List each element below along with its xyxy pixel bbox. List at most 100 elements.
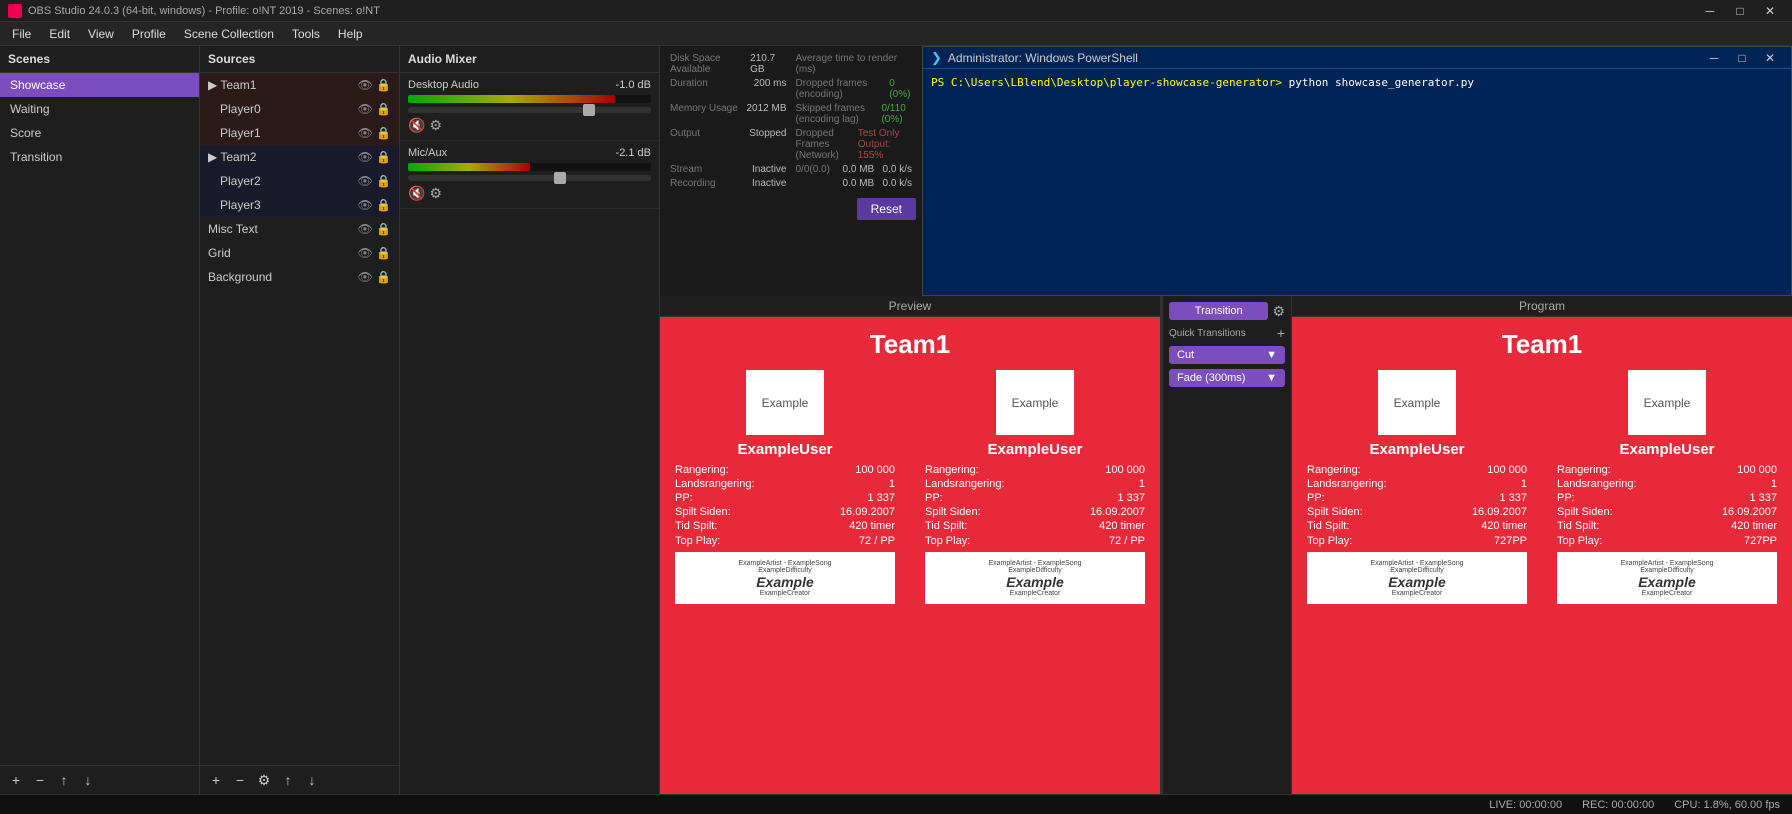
stats-duration-value: 200 ms	[754, 78, 787, 100]
source-player1-label: Player1	[220, 126, 261, 140]
menu-view[interactable]: View	[80, 25, 122, 43]
source-grid[interactable]: Grid 👁 🔒	[200, 241, 399, 265]
quick-transitions-add-button[interactable]: +	[1277, 325, 1285, 341]
app-container: OBS Studio 24.0.3 (64-bit, windows) - Pr…	[0, 0, 1792, 814]
scenes-panel: Scenes Showcase Waiting Score Transition…	[0, 46, 200, 794]
mute-mic-button[interactable]: 🔇	[408, 185, 425, 202]
program-p2-stat-3: PP:1 337	[1557, 491, 1777, 505]
fade-button[interactable]: Fade (300ms) ▼	[1169, 369, 1285, 387]
stats-row-skipped: Skipped frames (encoding lag) 0/110 (0%)	[792, 102, 917, 126]
stats-dropped-value: 0 (0%)	[889, 78, 912, 100]
scenes-header: Scenes	[0, 46, 199, 73]
source-player0[interactable]: Player0 👁 🔒	[200, 97, 399, 121]
preview-p2-avatar-text: Example	[1012, 396, 1059, 410]
program-p2-avatar: Example	[1628, 370, 1706, 435]
window-title: OBS Studio 24.0.3 (64-bit, windows) - Pr…	[28, 5, 380, 17]
stats-row-dropped-net: Dropped Frames (Network) Test Only Outpu…	[792, 127, 917, 162]
program-p1-album-meta: ExampleArtist - ExampleSong	[1371, 560, 1464, 567]
menu-tools[interactable]: Tools	[284, 25, 328, 43]
sources-settings-button[interactable]: ⚙	[254, 770, 274, 790]
menu-profile[interactable]: Profile	[124, 25, 174, 43]
program-p2-stats: Rangering:100 000 Landsrangering:1 PP:1 …	[1557, 463, 1777, 533]
program-p1-stat-4: Spilt Siden:16.09.2007	[1307, 505, 1527, 519]
scene-item-waiting[interactable]: Waiting	[0, 97, 199, 121]
preview-p1-stat-2: Landsrangering:1	[675, 477, 895, 491]
menu-scene-collection[interactable]: Scene Collection	[176, 25, 282, 43]
sources-remove-button[interactable]: −	[230, 770, 250, 790]
mute-desktop-button[interactable]: 🔇	[408, 117, 425, 134]
stats-stream2-label: 0/0(0.0)	[796, 164, 830, 175]
preview-p2-stat-3: PP:1 337	[925, 491, 1145, 505]
ps-minimize-button[interactable]: ─	[1701, 49, 1727, 67]
cut-button[interactable]: Cut ▼	[1169, 346, 1285, 364]
scenes-down-button[interactable]: ↓	[78, 770, 98, 790]
scene-item-score[interactable]: Score	[0, 121, 199, 145]
source-player3[interactable]: Player3 👁 🔒	[200, 193, 399, 217]
audio-mic-thumb[interactable]	[554, 172, 566, 184]
preview-p1-stat-4: Spilt Siden:16.09.2007	[675, 505, 895, 519]
scenes-add-button[interactable]: +	[6, 770, 26, 790]
settings-desktop-button[interactable]: ⚙	[429, 117, 442, 134]
scene-item-showcase[interactable]: Showcase	[0, 73, 199, 97]
stats-disk-label: Disk Space Available	[670, 53, 750, 75]
cut-label: Cut	[1177, 349, 1194, 361]
source-background-label: Background	[208, 270, 272, 284]
menu-help[interactable]: Help	[330, 25, 371, 43]
audio-track-desktop-header: Desktop Audio -1.0 dB	[408, 79, 651, 91]
reset-container: Reset	[666, 198, 916, 220]
preview-p1-album-meta2: ExampleDifficulty	[758, 567, 812, 574]
sources-up-button[interactable]: ↑	[278, 770, 298, 790]
audio-mic-fader[interactable]	[408, 175, 651, 181]
close-button[interactable]: ✕	[1756, 1, 1784, 21]
source-player2[interactable]: Player2 👁 🔒	[200, 169, 399, 193]
program-p1-name: ExampleUser	[1369, 441, 1464, 458]
source-misc-text[interactable]: Misc Text 👁 🔒	[200, 217, 399, 241]
scenes-toolbar: + − ↑ ↓	[0, 765, 199, 794]
transition-settings-icon[interactable]: ⚙	[1272, 303, 1285, 320]
source-player0-icons: 👁 🔒	[357, 102, 391, 116]
program-p2-album-meta: ExampleArtist - ExampleSong	[1621, 560, 1714, 567]
sources-down-button[interactable]: ↓	[302, 770, 322, 790]
audio-mic-fill	[408, 163, 530, 171]
program-p2-stat-5: Tid Spilt:420 timer	[1557, 519, 1777, 533]
ps-close-button[interactable]: ✕	[1757, 49, 1783, 67]
preview-p1-album-meta: ExampleArtist - ExampleSong	[739, 560, 832, 567]
stats-skipped-label: Skipped frames (encoding lag)	[796, 103, 882, 125]
audio-desktop-fill	[408, 95, 615, 103]
scenes-remove-button[interactable]: −	[30, 770, 50, 790]
status-perf: CPU: 1.8%, 60.00 fps	[1674, 799, 1780, 811]
menu-file[interactable]: File	[4, 25, 39, 43]
reset-button[interactable]: Reset	[857, 198, 916, 220]
scene-item-transition[interactable]: Transition	[0, 145, 199, 169]
program-p2-stat-1: Rangering:100 000	[1557, 463, 1777, 477]
stats-panel: Disk Space Available 210.7 GB Average ti…	[660, 46, 922, 296]
preview-p1-album-creator: ExampleCreator	[760, 590, 811, 597]
minimize-button[interactable]: ─	[1696, 1, 1724, 21]
stats-duration-label: Duration	[670, 78, 708, 100]
preview-p1-avatar: Example	[746, 370, 824, 435]
audio-desktop-fader[interactable]	[408, 107, 651, 113]
source-player1[interactable]: Player1 👁 🔒	[200, 121, 399, 145]
settings-mic-button[interactable]: ⚙	[429, 185, 442, 202]
ps-maximize-button[interactable]: □	[1729, 49, 1755, 67]
program-p2-avatar-text: Example	[1644, 396, 1691, 410]
menu-edit[interactable]: Edit	[41, 25, 78, 43]
source-team1[interactable]: ▶ Team1 👁 🔒	[200, 73, 399, 97]
transition-controls: Transition ⚙ Quick Transitions + Cut ▼ F…	[1162, 296, 1292, 794]
audio-track-mic: Mic/Aux -2.1 dB 🔇 ⚙	[400, 141, 659, 209]
ps-title-text: Administrator: Windows PowerShell	[948, 51, 1138, 65]
audio-desktop-thumb[interactable]	[583, 104, 595, 116]
transition-button[interactable]: Transition	[1169, 302, 1268, 320]
fade-chevron: ▼	[1266, 372, 1277, 384]
sources-header: Sources	[200, 46, 399, 73]
sources-add-button[interactable]: +	[206, 770, 226, 790]
preview-p1-album-main: Example	[756, 574, 814, 590]
program-p1-topplay: Top Play:727PP	[1307, 533, 1527, 549]
source-team2[interactable]: ▶ Team2 👁 🔒	[200, 145, 399, 169]
scenes-up-button[interactable]: ↑	[54, 770, 74, 790]
source-background[interactable]: Background 👁 🔒	[200, 265, 399, 289]
preview-p2-album-meta: ExampleArtist - ExampleSong	[989, 560, 1082, 567]
stats-skipped-value: 0/110 (0%)	[881, 103, 912, 125]
preview-p2-album: ExampleArtist - ExampleSong ExampleDiffi…	[925, 552, 1145, 604]
maximize-button[interactable]: □	[1726, 1, 1754, 21]
